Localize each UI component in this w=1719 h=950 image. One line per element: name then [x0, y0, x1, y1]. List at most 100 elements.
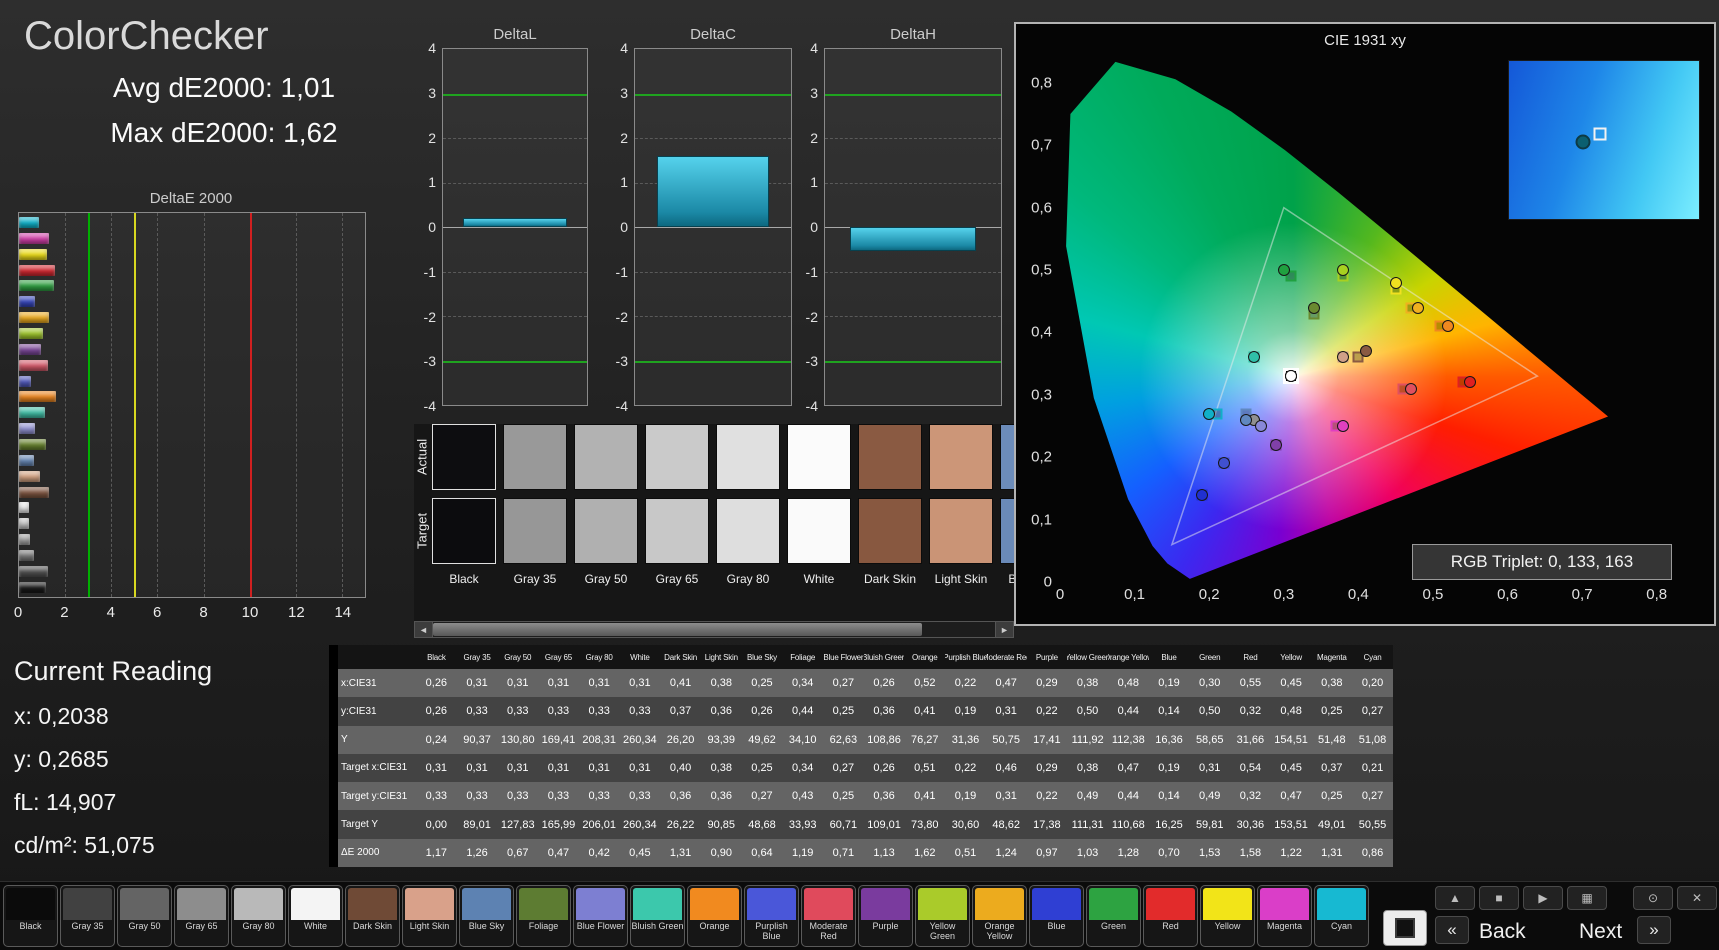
- table-cell: 0,31: [538, 669, 579, 697]
- table-cell: 0,25: [742, 754, 783, 782]
- toolbar-patch-magenta[interactable]: Magenta: [1257, 885, 1312, 947]
- toolbar-patch-purple[interactable]: Purple: [858, 885, 913, 947]
- toolbar-patch-black[interactable]: Black: [3, 885, 58, 947]
- strip-swatch-actual-dark-skin[interactable]: [858, 424, 922, 490]
- strip-swatch-target-gray-65[interactable]: [645, 498, 709, 564]
- deltae-bar-gray-35: [19, 566, 48, 577]
- deltae-bar-dark-skin: [19, 487, 49, 498]
- deltae-bar-gray-80: [19, 518, 29, 529]
- table-cell: 0,52: [904, 669, 945, 697]
- scroll-left-arrow-icon[interactable]: ◄: [415, 622, 433, 637]
- toolbar-patch-yellow-green[interactable]: Yellow Green: [915, 885, 970, 947]
- delta-y-tick: -3: [616, 353, 628, 369]
- cie-measured-bluish-green: [1248, 351, 1260, 363]
- cie-y-tick: 0,7: [1031, 137, 1052, 154]
- deltae-bar-moderate-red: [19, 360, 48, 371]
- toolbar-patch-moderate-red[interactable]: Moderate Red: [801, 885, 856, 947]
- strip-swatch-target-blue-sky[interactable]: [1000, 498, 1014, 564]
- toolbar-close-icon[interactable]: ✕: [1677, 886, 1717, 910]
- strip-swatch-actual-black[interactable]: [432, 424, 496, 490]
- strip-swatch-actual-gray-35[interactable]: [503, 424, 567, 490]
- deltal-bar: [463, 218, 567, 227]
- table-cell: 0,71: [823, 839, 864, 867]
- delta-y-tick: 0: [810, 219, 818, 235]
- strip-swatch-target-light-skin[interactable]: [929, 498, 993, 564]
- strip-swatch-target-gray-35[interactable]: [503, 498, 567, 564]
- strip-swatch-actual-gray-65[interactable]: [645, 424, 709, 490]
- strip-swatch-actual-light-skin[interactable]: [929, 424, 993, 490]
- strip-swatch-target-white[interactable]: [787, 498, 851, 564]
- toolbar-eject-icon[interactable]: ▲: [1435, 886, 1475, 910]
- toolbar-patch-dark-skin[interactable]: Dark Skin: [345, 885, 400, 947]
- rgb-triplet-readout: RGB Triplet: 0, 133, 163: [1412, 544, 1672, 580]
- toolbar-patch-cyan[interactable]: Cyan: [1314, 885, 1369, 947]
- patch-strip-scrollbar[interactable]: ◄ ►: [414, 621, 1014, 638]
- strip-patch-label: Light Skin: [929, 572, 993, 590]
- strip-swatch-actual-gray-80[interactable]: [716, 424, 780, 490]
- toolbar-grid-icon[interactable]: ▦: [1567, 886, 1607, 910]
- table-col-header-green: Green: [1189, 645, 1230, 669]
- strip-swatch-target-black[interactable]: [432, 498, 496, 564]
- strip-swatch-target-dark-skin[interactable]: [858, 498, 922, 564]
- table-cell: 0,33: [579, 782, 620, 810]
- deltae-bars: [19, 217, 365, 593]
- back-button[interactable]: Back: [1479, 920, 1526, 944]
- delta-y-tick: -4: [424, 398, 436, 414]
- toolbar-patch-red[interactable]: Red: [1143, 885, 1198, 947]
- table-cell: 0,49: [1067, 782, 1108, 810]
- cie-measured-white: [1285, 370, 1297, 382]
- toolbar-patch-blue-flower[interactable]: Blue Flower: [573, 885, 628, 947]
- table-cell: 51,08: [1352, 726, 1393, 754]
- toolbar-patch-gray-80[interactable]: Gray 80: [231, 885, 286, 947]
- current-reading: Current Reading x: 0,2038y: 0,2685fL: 14…: [14, 656, 212, 875]
- toolbar-patch-purplish-blue[interactable]: Purplish Blue: [744, 885, 799, 947]
- delta-y-tick: 3: [810, 85, 818, 101]
- table-cell: 30,60: [945, 810, 986, 838]
- toolbar-patch-white[interactable]: White: [288, 885, 343, 947]
- back-chevron-icon[interactable]: «: [1435, 916, 1469, 944]
- toolbar-patch-foliage[interactable]: Foliage: [516, 885, 571, 947]
- strip-swatch-actual-blue-sky[interactable]: [1000, 424, 1014, 490]
- next-chevron-icon[interactable]: »: [1637, 916, 1671, 944]
- toolbar-patch-gray-65[interactable]: Gray 65: [174, 885, 229, 947]
- table-cell: 0,38: [1311, 669, 1352, 697]
- strip-swatch-target-gray-50[interactable]: [574, 498, 638, 564]
- table-cell: 90,85: [701, 810, 742, 838]
- toolbar-patch-light-skin[interactable]: Light Skin: [402, 885, 457, 947]
- cie-y-axis: 0,80,70,60,50,40,30,20,10: [1018, 58, 1056, 582]
- toolbar-patch-yellow[interactable]: Yellow: [1200, 885, 1255, 947]
- purple-swatch: [861, 888, 910, 920]
- scrollbar-track[interactable]: [433, 622, 995, 637]
- toolbar-patch-green[interactable]: Green: [1086, 885, 1141, 947]
- cie-x-tick: 0,7: [1572, 586, 1593, 603]
- next-button[interactable]: Next: [1579, 920, 1622, 944]
- display-pattern-button[interactable]: [1383, 910, 1427, 946]
- toolbar-stop-icon[interactable]: ■: [1479, 886, 1519, 910]
- toolbar-patch-bluish-green[interactable]: Bluish Green: [630, 885, 685, 947]
- deltae-bar-row: [19, 423, 365, 434]
- scroll-right-arrow-icon[interactable]: ►: [995, 622, 1013, 637]
- deltae-bar-row: [19, 233, 365, 244]
- scrollbar-thumb[interactable]: [433, 623, 922, 636]
- table-cell: 0,29: [1027, 754, 1068, 782]
- table-cell: 0,48: [1271, 697, 1312, 725]
- toolbar-play-icon[interactable]: ▶: [1523, 886, 1563, 910]
- strip-swatch-target-gray-80[interactable]: [716, 498, 780, 564]
- toolbar-patch-orange[interactable]: Orange: [687, 885, 742, 947]
- toolbar-patch-gray-50[interactable]: Gray 50: [117, 885, 172, 947]
- toolbar-patch-blue[interactable]: Blue: [1029, 885, 1084, 947]
- toolbar-patch-blue-sky[interactable]: Blue Sky: [459, 885, 514, 947]
- strip-swatch-actual-gray-50[interactable]: [574, 424, 638, 490]
- table-cell: 0,64: [742, 839, 783, 867]
- control-icon-buttons: ▲■▶▦⊙✕: [1435, 886, 1713, 912]
- cie-y-tick: 0,8: [1031, 74, 1052, 91]
- toolbar-patch-orange-yellow[interactable]: Orange Yellow: [972, 885, 1027, 947]
- cie-x-tick: 0,1: [1124, 586, 1145, 603]
- toolbar-patch-gray-35[interactable]: Gray 35: [60, 885, 115, 947]
- strip-swatch-actual-white[interactable]: [787, 424, 851, 490]
- table-col-header-light-skin: Light Skin: [701, 645, 742, 669]
- deltae-bar-row: [19, 566, 365, 577]
- toolbar-power-icon[interactable]: ⊙: [1633, 886, 1673, 910]
- table-cell: 0,31: [986, 782, 1027, 810]
- table-cell: 0,19: [945, 697, 986, 725]
